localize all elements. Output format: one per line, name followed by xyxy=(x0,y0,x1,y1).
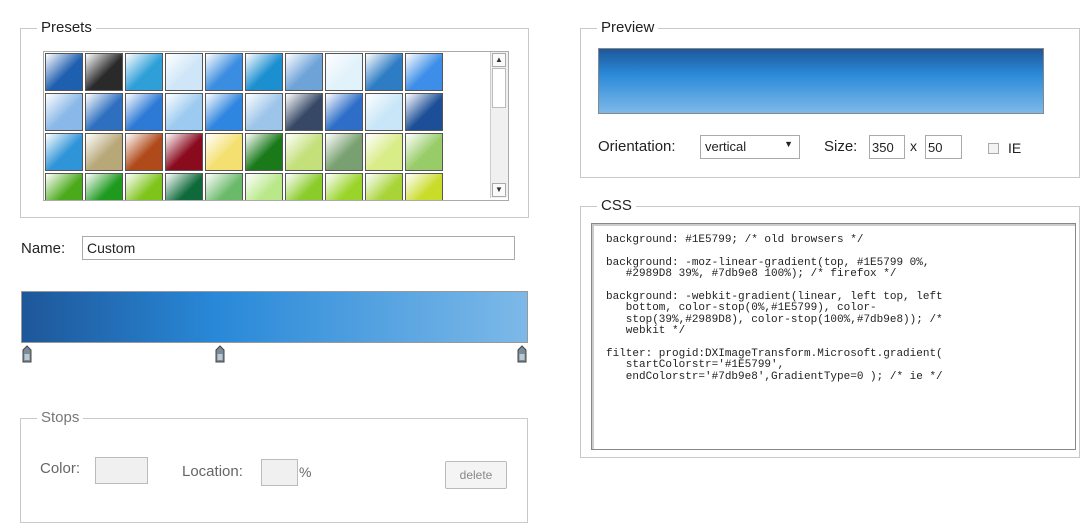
preset-swatch[interactable] xyxy=(125,173,163,200)
chevron-down-icon: ▼ xyxy=(784,139,793,149)
preset-swatch[interactable] xyxy=(285,53,323,91)
presets-scrollbar[interactable]: ▲ ▼ xyxy=(490,52,508,198)
preset-swatch[interactable] xyxy=(125,93,163,131)
preset-swatch[interactable] xyxy=(45,53,83,91)
preset-swatch[interactable] xyxy=(405,133,443,171)
preset-swatch[interactable] xyxy=(165,53,203,91)
preset-swatch[interactable] xyxy=(85,173,123,200)
orientation-value: vertical xyxy=(705,139,747,154)
preset-swatch[interactable] xyxy=(205,133,243,171)
stops-legend: Stops xyxy=(37,409,84,427)
size-label: Size: xyxy=(824,138,858,155)
size-height-input[interactable] xyxy=(925,135,962,159)
preset-swatch[interactable] xyxy=(325,133,363,171)
orientation-select[interactable]: vertical ▼ xyxy=(700,135,800,159)
orientation-label: Orientation: xyxy=(598,138,676,155)
preset-swatch[interactable] xyxy=(205,53,243,91)
preset-swatch[interactable] xyxy=(405,173,443,200)
preset-swatch[interactable] xyxy=(45,133,83,171)
preset-swatch[interactable] xyxy=(125,53,163,91)
preset-swatch[interactable] xyxy=(325,93,363,131)
ie-label: IE xyxy=(1008,140,1022,156)
css-line-moz: background: -moz-linear-gradient(top, #1… xyxy=(606,256,930,280)
preset-swatch[interactable] xyxy=(325,173,363,200)
css-line-old-browsers: background: #1E5799; /* old browsers */ xyxy=(606,234,864,246)
preset-swatch[interactable] xyxy=(85,93,123,131)
preset-swatch[interactable] xyxy=(285,93,323,131)
preset-swatch[interactable] xyxy=(365,53,403,91)
delete-stop-button[interactable]: delete xyxy=(445,461,507,489)
preset-swatch[interactable] xyxy=(325,53,363,91)
preset-swatch[interactable] xyxy=(405,93,443,131)
css-code-box[interactable]: background: #1E5799; /* old browsers */ … xyxy=(591,223,1076,450)
css-panel: CSS background: #1E5799; /* old browsers… xyxy=(580,197,1080,458)
preset-swatch[interactable] xyxy=(245,93,283,131)
stop-color-label: Color: xyxy=(40,460,81,477)
preview-legend: Preview xyxy=(597,19,659,37)
preset-swatch[interactable] xyxy=(245,173,283,200)
css-line-webkit: background: -webkit-gradient(linear, lef… xyxy=(606,290,943,337)
preset-swatch[interactable] xyxy=(245,133,283,171)
preset-swatch[interactable] xyxy=(85,53,123,91)
preset-swatch[interactable] xyxy=(165,93,203,131)
preview-panel: Preview Orientation: vertical ▼ Size: x … xyxy=(580,19,1080,178)
ie-checkbox[interactable] xyxy=(988,143,999,154)
size-width-input[interactable] xyxy=(869,135,905,159)
css-legend: CSS xyxy=(597,197,636,215)
preset-swatch[interactable] xyxy=(405,53,443,91)
preset-swatch[interactable] xyxy=(45,93,83,131)
name-label: Name: xyxy=(21,240,66,257)
preset-swatch[interactable] xyxy=(285,173,323,200)
presets-legend: Presets xyxy=(37,19,96,37)
gradient-bar[interactable] xyxy=(21,291,528,343)
name-input[interactable] xyxy=(82,236,515,260)
preset-swatch[interactable] xyxy=(245,53,283,91)
preset-swatch[interactable] xyxy=(365,93,403,131)
preset-swatch[interactable] xyxy=(285,133,323,171)
scroll-down-icon[interactable]: ▼ xyxy=(492,183,506,197)
preset-swatch[interactable] xyxy=(165,133,203,171)
preset-swatch[interactable] xyxy=(85,133,123,171)
percent-label: % xyxy=(299,464,312,480)
preset-swatch[interactable] xyxy=(365,173,403,200)
size-x-label: x xyxy=(910,138,917,154)
preset-swatch[interactable] xyxy=(205,93,243,131)
stop-location-label: Location: xyxy=(182,463,243,480)
stop-location-input[interactable] xyxy=(261,459,298,486)
stop-handle-icon[interactable] xyxy=(214,345,226,363)
preset-swatch[interactable] xyxy=(205,173,243,200)
preset-swatch[interactable] xyxy=(125,133,163,171)
stop-handle-icon[interactable] xyxy=(21,345,33,363)
stops-panel: Stops Color: Location: % delete xyxy=(20,409,528,523)
preset-swatch[interactable] xyxy=(45,173,83,200)
css-line-filter: filter: progid:DXImageTransform.Microsof… xyxy=(606,347,943,383)
stop-handle-icon[interactable] xyxy=(516,345,528,363)
gradient-preview xyxy=(598,48,1044,114)
presets-swatch-list[interactable]: ▲ ▼ xyxy=(43,51,509,201)
preset-swatch[interactable] xyxy=(365,133,403,171)
scrollbar-thumb[interactable] xyxy=(492,68,506,108)
presets-panel: Presets ▲ ▼ xyxy=(20,19,529,218)
scroll-up-icon[interactable]: ▲ xyxy=(492,53,506,67)
preset-swatch[interactable] xyxy=(165,173,203,200)
stop-color-swatch[interactable] xyxy=(95,457,148,484)
